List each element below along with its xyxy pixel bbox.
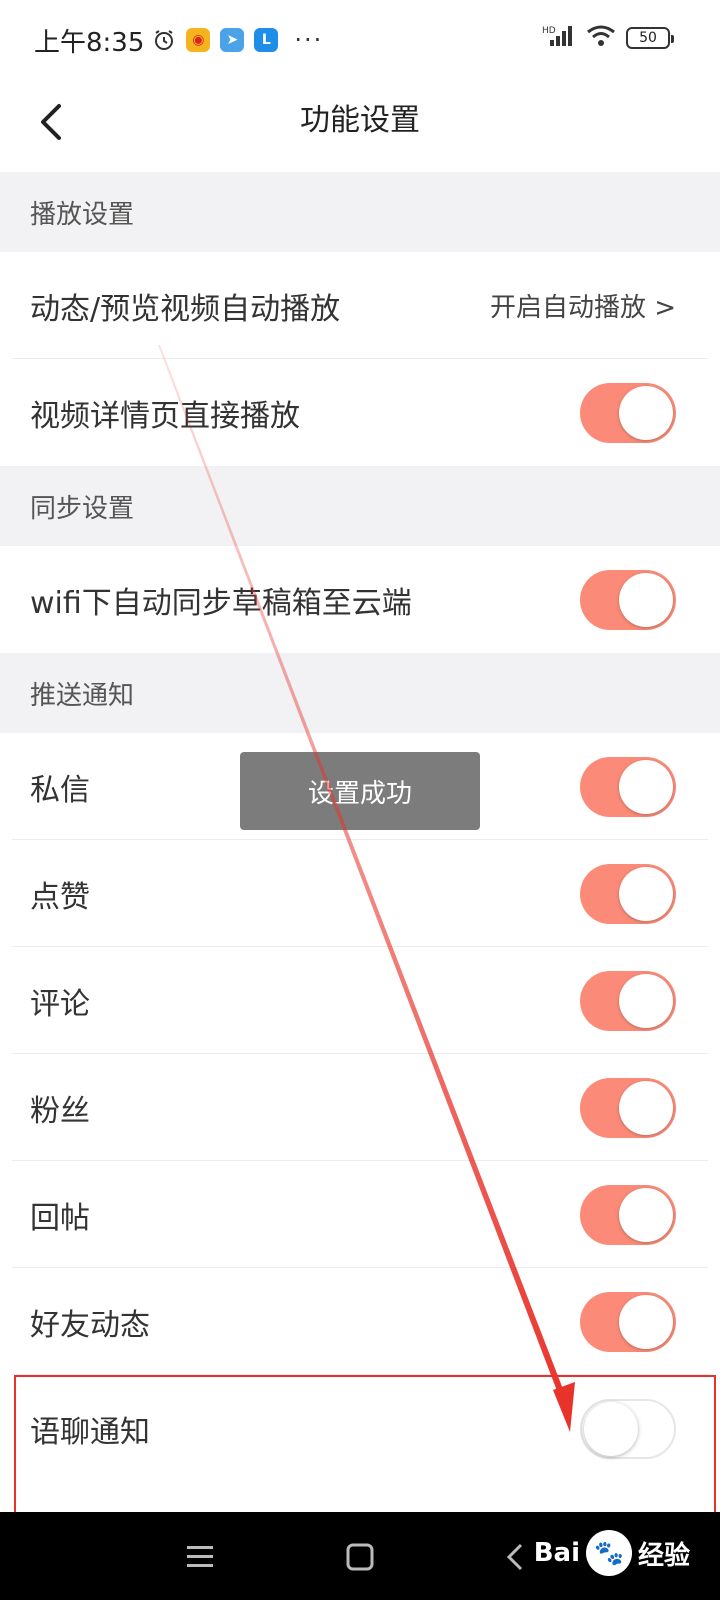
status-time: 上午8:35 (34, 27, 145, 58)
weibo-app-icon: ◉ (186, 28, 211, 52)
detail-play-toggle[interactable] (580, 382, 676, 443)
comment-label: 评论 (30, 986, 90, 1022)
toggle-knob (619, 1080, 673, 1135)
pm-label: 私信 (30, 772, 90, 808)
friend-row: 好友动态 (0, 1268, 720, 1375)
network-type: HD (542, 26, 556, 36)
alarm-icon (152, 28, 176, 52)
voice-toggle[interactable] (580, 1398, 676, 1459)
battery-icon: 50 (626, 27, 674, 49)
toggle-knob (619, 866, 673, 921)
header: 功能设置 (0, 80, 720, 172)
toggle-knob (619, 759, 673, 814)
fans-label: 粉丝 (30, 1093, 90, 1129)
more-notifications-icon: ··· (294, 26, 324, 54)
toggle-knob (584, 1401, 638, 1456)
section-header-playback: 播放设置 (0, 172, 720, 252)
wifi-icon (586, 24, 616, 52)
like-toggle[interactable] (580, 863, 676, 924)
nav-back-icon (506, 1543, 523, 1571)
detail-play-label: 视频详情页直接播放 (30, 398, 300, 434)
toggle-knob (619, 973, 673, 1028)
signal-icon: HD (542, 24, 576, 52)
menu-icon (187, 1546, 213, 1567)
wifi-sync-label: wifi下自动同步草稿箱至云端 (30, 585, 412, 621)
wifi-sync-row: wifi下自动同步草稿箱至云端 (0, 546, 720, 653)
friend-toggle[interactable] (580, 1291, 676, 1352)
friend-label: 好友动态 (30, 1307, 150, 1343)
comment-row: 评论 (0, 947, 720, 1054)
page-title: 功能设置 (300, 103, 420, 138)
like-row: 点赞 (0, 840, 720, 947)
reply-label: 回帖 (30, 1200, 90, 1236)
nav-back-button[interactable] (490, 1532, 540, 1582)
autoplay-row[interactable]: 动态/预览视频自动播放 开启自动播放 > (0, 252, 720, 359)
toggle-knob (619, 572, 673, 627)
like-label: 点赞 (30, 879, 90, 915)
reply-row: 回帖 (0, 1161, 720, 1268)
pm-toggle[interactable] (580, 756, 676, 817)
fans-toggle[interactable] (580, 1077, 676, 1138)
paw-logo-icon: 🐾 (585, 1530, 632, 1576)
section-header-push: 推送通知 (0, 653, 720, 733)
send-app-icon: ➤ (220, 28, 245, 52)
reply-toggle[interactable] (580, 1184, 676, 1245)
autoplay-label: 动态/预览视频自动播放 (30, 291, 341, 327)
detail-play-row: 视频详情页直接播放 (0, 359, 720, 466)
home-icon (346, 1543, 374, 1571)
home-button[interactable] (335, 1532, 385, 1582)
autoplay-value[interactable]: 开启自动播放 > (490, 287, 676, 324)
voice-row: 语聊通知 (0, 1375, 720, 1482)
status-bar: 上午8:35 ◉ ➤ L ··· HD 50 (0, 0, 720, 80)
toast: 设置成功 (240, 752, 480, 830)
watermark-brand: Bai (533, 1538, 580, 1568)
baidu-watermark: Bai 🐾 经验 (534, 1530, 690, 1576)
toggle-knob (619, 1294, 673, 1349)
fans-row: 粉丝 (0, 1054, 720, 1161)
comment-toggle[interactable] (580, 970, 676, 1031)
toggle-knob (619, 1187, 673, 1242)
l-app-icon: L (254, 28, 279, 52)
watermark-suffix: 经验 (637, 1540, 690, 1571)
wifi-sync-toggle[interactable] (580, 569, 676, 630)
menu-button[interactable] (175, 1532, 225, 1582)
toggle-knob (619, 385, 673, 440)
section-header-sync: 同步设置 (0, 466, 720, 546)
voice-label: 语聊通知 (30, 1414, 150, 1450)
